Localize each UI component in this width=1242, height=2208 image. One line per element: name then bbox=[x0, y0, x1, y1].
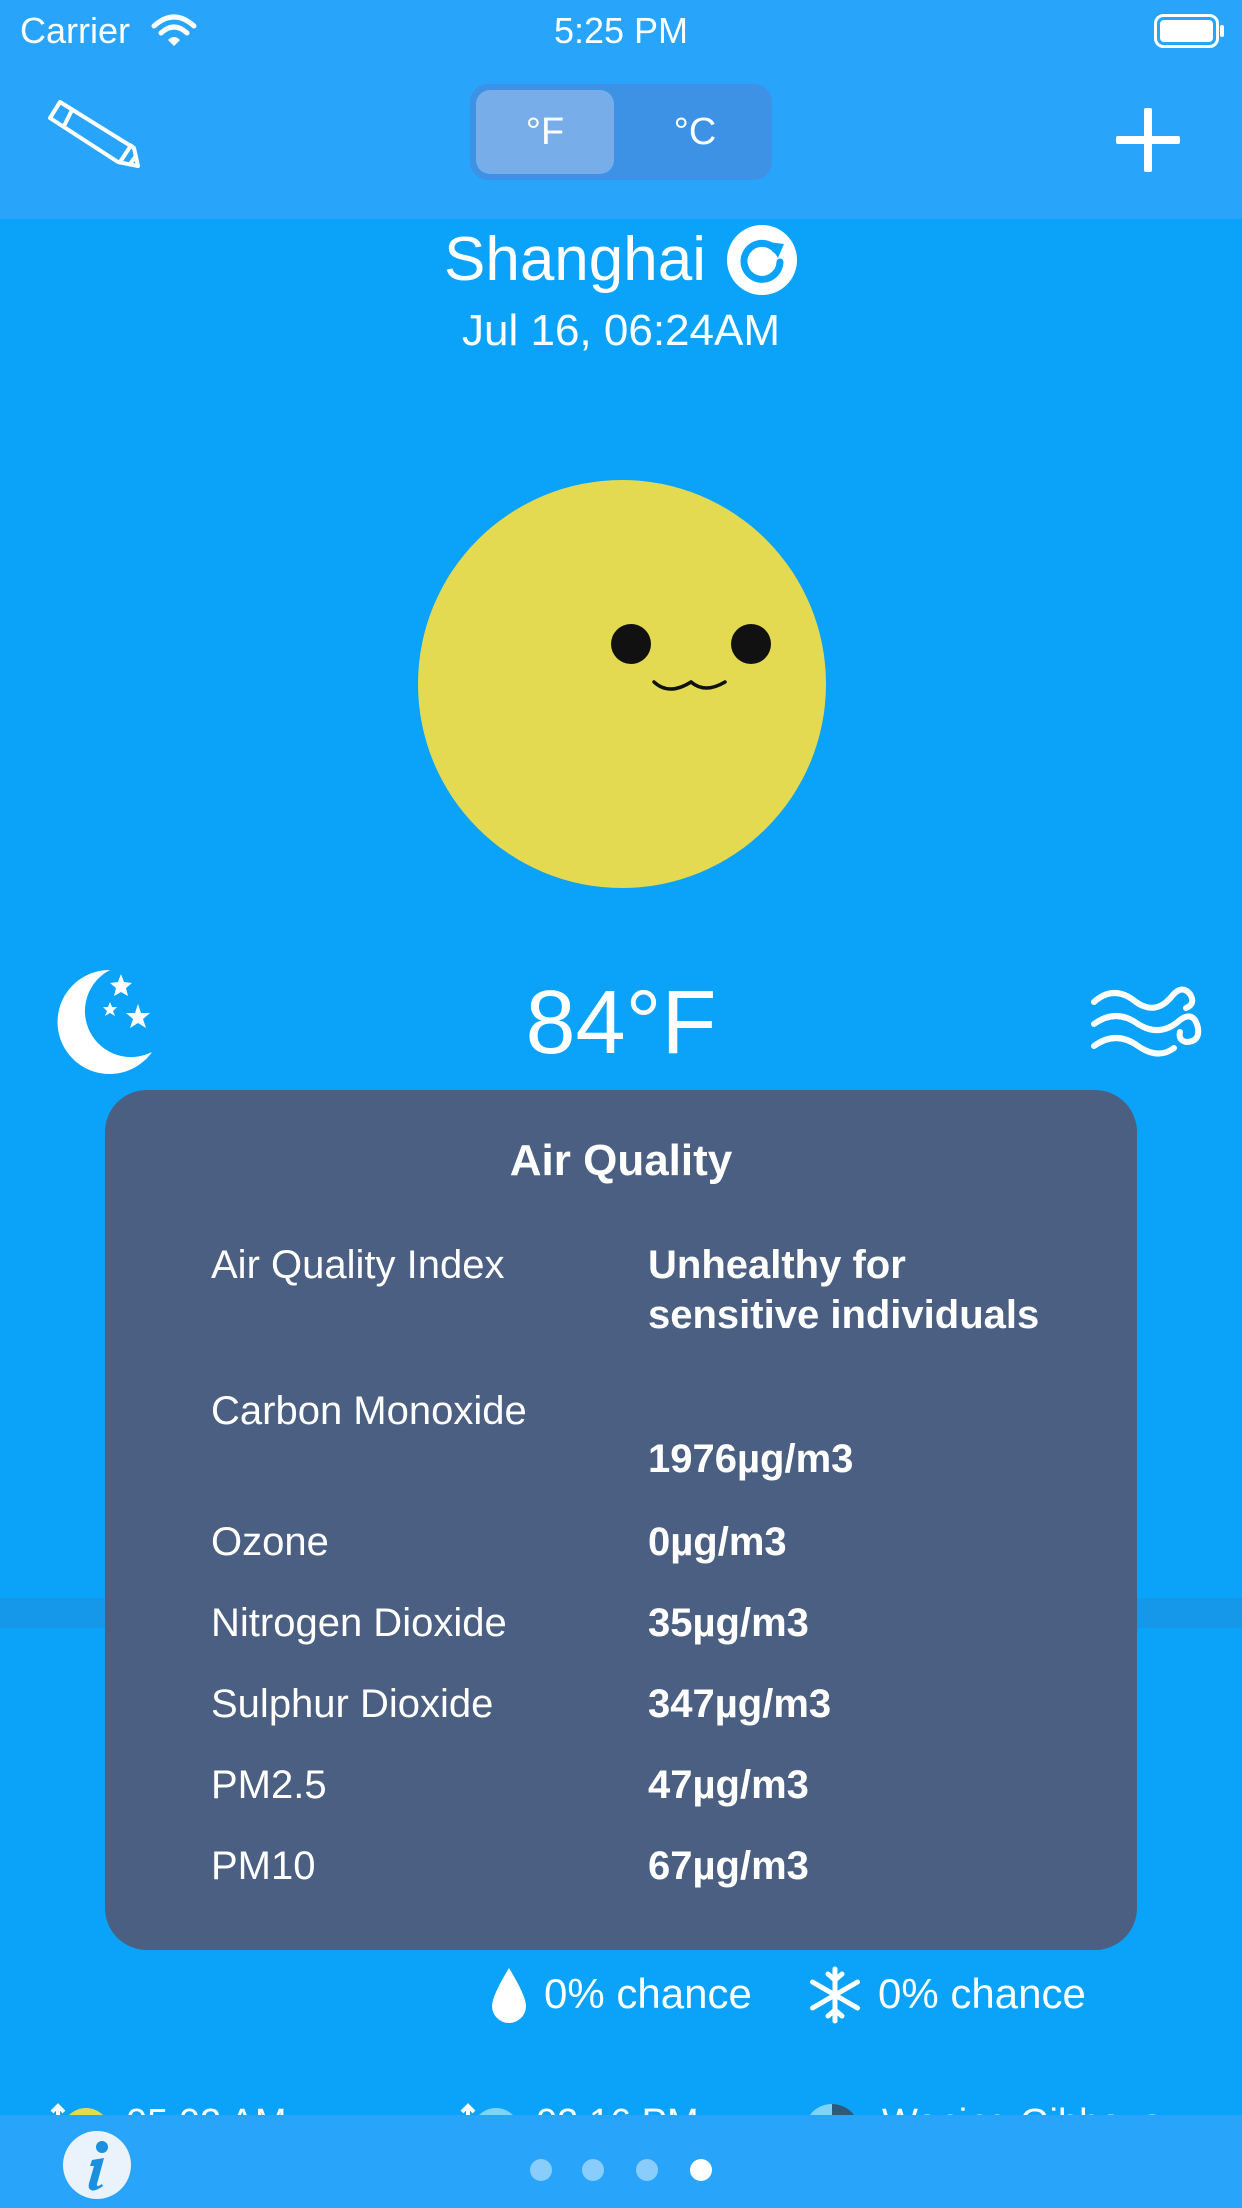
info-icon[interactable] bbox=[62, 2130, 132, 2200]
battery-icon bbox=[1154, 14, 1224, 48]
astro-row: 05:02 AM 02:16 PM Waning Gibbous bbox=[0, 2080, 1242, 2120]
city-header: Shanghai bbox=[0, 222, 1242, 298]
page-indicator[interactable] bbox=[530, 2159, 720, 2181]
ozone-value: 0µg/m3 bbox=[648, 1520, 787, 1564]
ozone-label: Ozone bbox=[211, 1520, 329, 1564]
page-dot[interactable] bbox=[636, 2159, 658, 2181]
current-temperature: 84°F bbox=[525, 973, 717, 1073]
page-dot-active[interactable] bbox=[690, 2159, 712, 2181]
pencil-icon[interactable] bbox=[46, 94, 146, 170]
location-datetime: Jul 16, 06:24AM bbox=[462, 306, 780, 355]
pm25-label: PM2.5 bbox=[211, 1763, 327, 1807]
unit-segmented-control: °F °C bbox=[470, 84, 772, 180]
sun-face-icon bbox=[418, 480, 826, 888]
celsius-button[interactable]: °C bbox=[626, 90, 764, 174]
pm10-label: PM10 bbox=[211, 1844, 316, 1888]
air-quality-popup[interactable]: Air Quality Air Quality Index Unhealthy … bbox=[105, 1090, 1137, 1950]
sulphur-dioxide-label: Sulphur Dioxide bbox=[211, 1682, 494, 1726]
sulphur-dioxide-value: 347µg/m3 bbox=[648, 1682, 832, 1726]
add-location-icon[interactable] bbox=[1112, 104, 1184, 176]
raindrop-icon bbox=[492, 1968, 526, 2023]
carbon-monoxide-label: Carbon Monoxide bbox=[211, 1389, 527, 1433]
carbon-monoxide-value: 1976µg/m3 bbox=[648, 1437, 854, 1481]
city-name: Shanghai bbox=[443, 225, 707, 294]
pm10-value: 67µg/m3 bbox=[648, 1844, 809, 1888]
aqi-label: Air Quality Index bbox=[211, 1243, 505, 1287]
status-time: 5:25 PM bbox=[553, 10, 689, 51]
aqi-value: Unhealthy for sensitive individuals bbox=[648, 1243, 1040, 1337]
wind-icon bbox=[1091, 986, 1202, 1057]
refresh-icon[interactable] bbox=[726, 224, 798, 296]
snow-chance: 0% chance bbox=[878, 1970, 1086, 2017]
page-dot[interactable] bbox=[582, 2159, 604, 2181]
fahrenheit-button[interactable]: °F bbox=[476, 90, 614, 174]
nitrogen-dioxide-value: 35µg/m3 bbox=[648, 1601, 809, 1645]
page-dot[interactable] bbox=[530, 2159, 552, 2181]
pm25-value: 47µg/m3 bbox=[648, 1763, 809, 1807]
snowflake-icon bbox=[810, 1966, 860, 2024]
rain-chance: 0% chance bbox=[544, 1970, 752, 2017]
nitrogen-dioxide-label: Nitrogen Dioxide bbox=[211, 1601, 507, 1645]
air-quality-title: Air Quality bbox=[509, 1136, 733, 1185]
